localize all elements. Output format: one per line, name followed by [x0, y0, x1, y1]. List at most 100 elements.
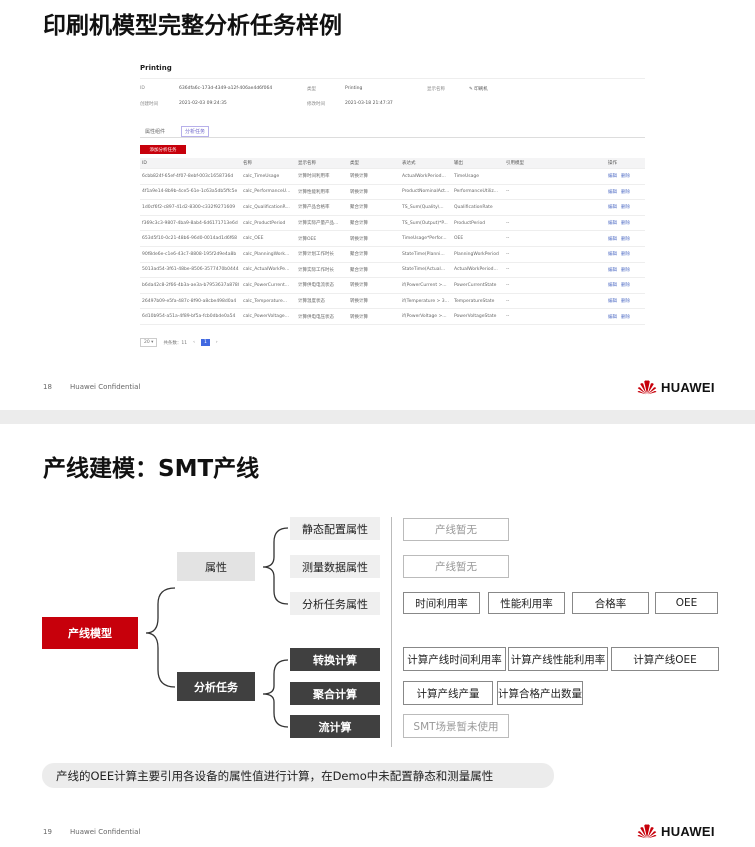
tab-properties[interactable]: 属性组件 [145, 128, 165, 135]
edit-link[interactable]: 编辑 [608, 267, 617, 273]
column-header: 名称 [243, 161, 252, 166]
add-analysis-task-button[interactable]: 添加分析任务 [140, 145, 186, 154]
edit-link[interactable]: 编辑 [608, 298, 617, 304]
cell-ref: -- [506, 220, 510, 226]
cell-output: OEE [454, 236, 464, 242]
cell-id: 6d10b954-a51a-4f89-bf5a-fcb0dbde0a54 [142, 314, 236, 320]
edit-icon[interactable]: ✎ [469, 87, 473, 92]
delete-link[interactable]: 删除 [621, 173, 630, 179]
cell-ops: 编辑 删除 [608, 247, 634, 262]
cell-expr: TS_Sum(Quality\... [402, 204, 444, 210]
cell-ops: 编辑 删除 [608, 309, 634, 324]
edit-link[interactable]: 编辑 [608, 189, 617, 195]
edit-link[interactable]: 编辑 [608, 282, 617, 288]
cell-display: 计算产品合格率 [298, 205, 330, 211]
table-row: 4f1a9e14-8b9b-4ce5-61e-1c63a5db5ffc5e cal… [140, 185, 645, 201]
cell-name: calc_PowerVoltage... [243, 314, 289, 320]
cell-id: 90f8de6e-c1e6-43c7-8808-195f2d9e4a8b [142, 251, 237, 257]
task-node: 分析任务 [177, 672, 255, 701]
huawei-logo-icon [637, 380, 657, 395]
cell-ops: 编辑 删除 [608, 231, 634, 246]
cell-type: 转换计算 [350, 314, 368, 320]
table-row: 653d5f10-0c21-48b6-96d0-0014ad1d6f68 calc… [140, 231, 645, 247]
brace-attr [262, 527, 289, 605]
cell-ref: -- [506, 298, 510, 304]
cell-ops: 编辑 删除 [608, 263, 634, 278]
brand-name: HUAWEI [661, 379, 715, 395]
display-name-value: 印刷机 [474, 87, 488, 92]
cell-display: 计算温度状态 [298, 299, 325, 305]
table-row: f369c3c3-9807-4ba9-8ab4-6d6171713e6d calc… [140, 216, 645, 232]
cell-output: PowerVoltageState [454, 314, 497, 320]
cell-output: PerformanceUtiliz... [454, 189, 498, 195]
cell-output: ProductPeriod [454, 220, 486, 226]
cell-output: ActualWorkPeriod... [454, 267, 498, 273]
confidential-label: Huawei Confidential [70, 828, 141, 836]
cell-display: 计算实际产量产品... [298, 221, 339, 227]
table-row: 6cbb824f-65ef-4f07-8ebf-003c1658736d calc… [140, 169, 645, 185]
panel-title: Printing [140, 64, 172, 72]
info-value-id: 636dfa6c-173d-4349-a12f-406ae4d6f064 [179, 86, 273, 91]
page-number: 19 [43, 828, 52, 836]
note-banner: 产线的OEE计算主要引用各设备的属性值进行计算，在Demo中未配置静态和测量属性 [42, 763, 554, 788]
current-page[interactable]: 1 [200, 339, 210, 346]
page-size-select[interactable]: 20 ▾ [140, 338, 158, 347]
cell-expr: StateTime(Actual... [402, 267, 446, 273]
cell-expr: ProductNominalAct... [402, 189, 450, 195]
cell-ops: 编辑 删除 [608, 169, 634, 184]
delete-link[interactable]: 删除 [621, 251, 630, 257]
cell-id: f369c3c3-9807-4ba9-8ab4-6d6171713e6d [142, 220, 238, 226]
column-header: 操作 [608, 161, 617, 166]
convert-value: 计算产线OEE [611, 647, 719, 671]
delete-link[interactable]: 删除 [621, 298, 630, 304]
cell-name: calc_PlanningWork... [243, 251, 290, 257]
delete-link[interactable]: 删除 [621, 282, 630, 288]
edit-link[interactable]: 编辑 [608, 220, 617, 226]
next-page-icon[interactable]: › [216, 340, 218, 345]
huawei-logo-icon [637, 824, 657, 839]
tab-analysis-tasks[interactable]: 分析任务 [181, 126, 210, 137]
cell-ref: -- [506, 267, 510, 273]
edit-link[interactable]: 编辑 [608, 236, 617, 242]
delete-link[interactable]: 删除 [621, 204, 630, 210]
delete-link[interactable]: 删除 [621, 314, 630, 320]
edit-link[interactable]: 编辑 [608, 314, 617, 320]
screenshot-panel: Printing ID 636dfa6c-173d-4349-a12f-406a… [127, 52, 655, 358]
huawei-brand: HUAWEI [637, 823, 715, 839]
info-label-modified: 修改时间 [307, 102, 325, 107]
cell-name: calc_OEE [243, 236, 264, 242]
column-header: 类型 [350, 161, 359, 166]
cell-type: 转换计算 [350, 299, 368, 305]
cell-output: TemperatureState [454, 298, 495, 304]
info-value-type: Printing [345, 86, 363, 91]
cell-name: calc_ProductPeriod [243, 220, 286, 226]
delete-link[interactable]: 删除 [621, 267, 630, 273]
cell-id: 26497b09-e5fa-487c-8f90-a8cbe498d0a4 [142, 298, 237, 304]
analysis-value: OEE [655, 592, 718, 614]
cell-type: 聚合计算 [350, 221, 368, 227]
prev-page-icon[interactable]: ‹ [193, 340, 195, 345]
cell-id: 1d0cf6f2-c897-41d2-8300-c332f9271609 [142, 204, 236, 210]
delete-link[interactable]: 删除 [621, 236, 630, 242]
brand-name: HUAWEI [661, 823, 715, 839]
edit-link[interactable]: 编辑 [608, 173, 617, 179]
analysis-attr-node: 分析任务属性 [290, 592, 380, 615]
info-label-id: ID [140, 86, 145, 91]
cell-type: 转换计算 [350, 236, 368, 242]
cell-name: calc_PowerCurrent... [243, 282, 290, 288]
delete-link[interactable]: 删除 [621, 220, 630, 226]
cell-ref: -- [506, 282, 510, 288]
cell-expr: ActualWorkPeriod... [402, 173, 446, 179]
cell-output: PlanningWorkPeriod [454, 251, 499, 257]
cell-display: 计算OEE [298, 236, 317, 242]
page-number: 18 [43, 383, 52, 391]
edit-link[interactable]: 编辑 [608, 251, 617, 257]
cell-display: 计算时间利用率 [298, 174, 330, 180]
tab-underline [140, 137, 645, 138]
edit-link[interactable]: 编辑 [608, 204, 617, 210]
convert-calc-node: 转换计算 [290, 648, 380, 671]
slide-separator [0, 410, 755, 424]
column-header: 引用模型 [506, 161, 524, 166]
cell-display: 计算供电电压状态 [298, 314, 334, 320]
delete-link[interactable]: 删除 [621, 189, 630, 195]
